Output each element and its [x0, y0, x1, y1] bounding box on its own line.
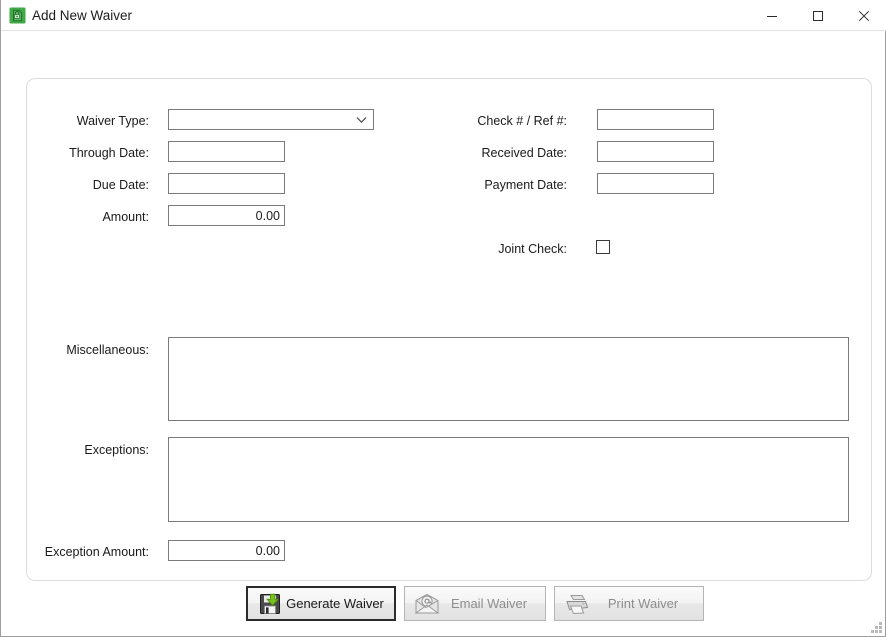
app-window: Add New Waiver Waiver Type: Through Date… [0, 0, 886, 637]
close-icon [858, 10, 870, 21]
payment-date-input[interactable] [597, 173, 714, 194]
email-waiver-label: Email Waiver [450, 596, 528, 611]
generate-waiver-label: Generate Waiver [286, 596, 384, 611]
joint-check-checkbox[interactable] [596, 240, 610, 254]
resize-grip[interactable] [869, 620, 882, 633]
printer-icon [561, 591, 593, 617]
waiver-type-combobox[interactable] [168, 109, 374, 130]
exception-amount-label: Exception Amount: [44, 545, 149, 559]
chevron-down-icon [356, 110, 367, 129]
maximize-icon [813, 10, 823, 21]
exceptions-label: Exceptions: [84, 443, 149, 457]
email-waiver-button[interactable]: Email Waiver [404, 586, 546, 621]
maximize-button[interactable] [795, 0, 841, 31]
due-date-input[interactable] [168, 173, 285, 194]
generate-waiver-button[interactable]: Generate Waiver [246, 586, 396, 621]
joint-check-label: Joint Check: [498, 242, 567, 256]
check-ref-label: Check # / Ref #: [477, 114, 567, 128]
received-date-input[interactable] [597, 141, 714, 162]
print-waiver-button[interactable]: Print Waiver [554, 586, 704, 621]
waiver-document-lock-icon [9, 7, 26, 24]
amount-label: Amount: [102, 210, 149, 224]
save-floppy-icon [254, 591, 286, 617]
miscellaneous-label: Miscellaneous: [66, 343, 149, 357]
through-date-label: Through Date: [69, 146, 149, 160]
minimize-button[interactable] [749, 0, 795, 31]
email-envelope-icon [411, 591, 443, 617]
title-bar: Add New Waiver [1, 0, 886, 31]
window-title: Add New Waiver [32, 8, 133, 23]
amount-input[interactable] [168, 205, 285, 226]
through-date-input[interactable] [168, 141, 285, 162]
exceptions-textarea[interactable] [168, 437, 849, 522]
minimize-icon [767, 15, 777, 17]
waiver-type-label: Waiver Type: [76, 114, 149, 128]
payment-date-label: Payment Date: [484, 178, 567, 192]
received-date-label: Received Date: [481, 146, 567, 160]
close-button[interactable] [841, 0, 886, 31]
due-date-label: Due Date: [92, 178, 149, 192]
print-waiver-label: Print Waiver [607, 596, 679, 611]
exception-amount-input[interactable] [168, 540, 285, 561]
check-ref-input[interactable] [597, 109, 714, 130]
miscellaneous-textarea[interactable] [168, 337, 849, 421]
